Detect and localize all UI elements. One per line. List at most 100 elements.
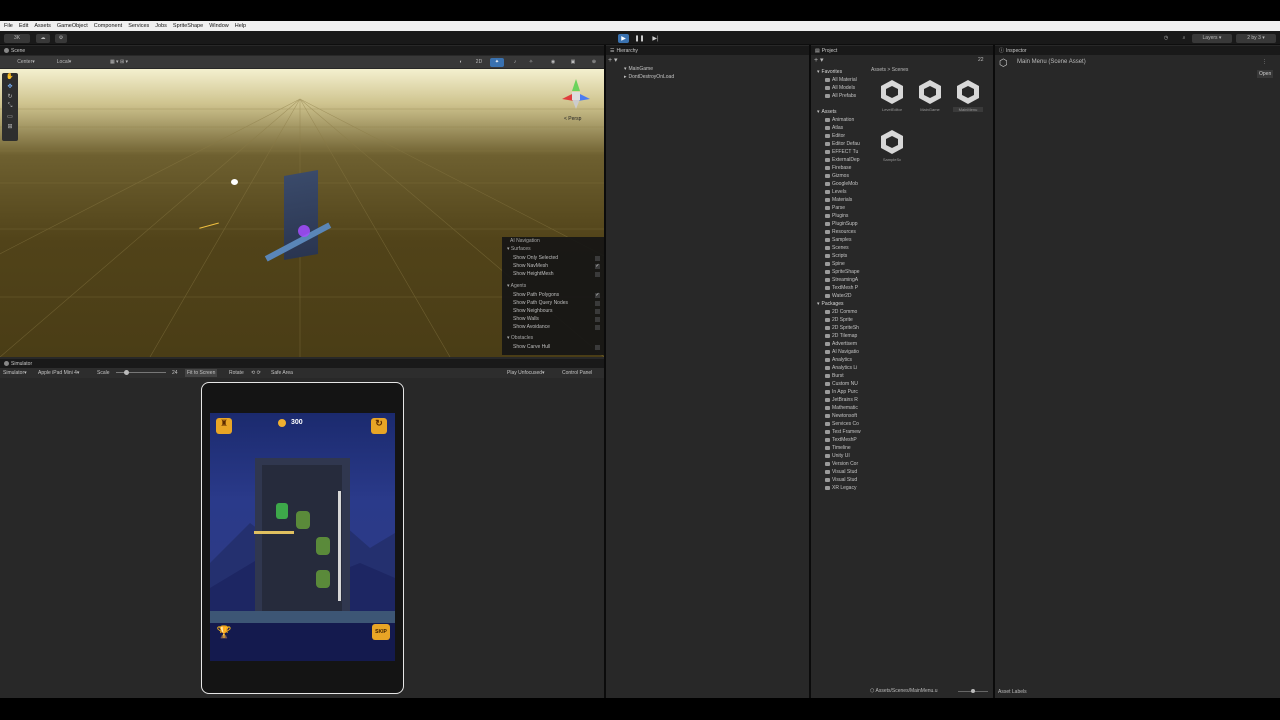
package-folder-item[interactable]: Burst	[825, 372, 844, 380]
rotate-icons[interactable]: ⟲ ⟳	[251, 370, 261, 376]
device-dropdown[interactable]: Apple iPad Mini 4▾	[38, 370, 79, 376]
asset-folder-item[interactable]: Editor	[825, 132, 845, 140]
breadcrumb-assets[interactable]: Assets	[871, 67, 886, 73]
asset-folder-item[interactable]: Editor Defau	[825, 140, 860, 148]
package-folder-item[interactable]: JetBrains R	[825, 396, 858, 404]
menu-assets[interactable]: Assets	[34, 23, 51, 29]
asset-folder-item[interactable]: ExternalDep	[825, 156, 860, 164]
play-mode-dropdown[interactable]: Play Unfocused▾	[507, 370, 545, 376]
asset-folder-item[interactable]: TextMesh P	[825, 284, 858, 292]
inspector-tab[interactable]: ⓘ Inspector	[999, 47, 1027, 55]
package-folder-item[interactable]: XR Legacy	[825, 484, 856, 492]
scene-tab[interactable]: Scene	[4, 48, 25, 54]
package-folder-item[interactable]: Unity UI	[825, 452, 850, 460]
package-folder-item[interactable]: 2D Commo	[825, 308, 857, 316]
package-folder-item[interactable]: Analytics	[825, 356, 852, 364]
show-path-query-nodes-checkbox[interactable]	[595, 301, 600, 306]
menu-edit[interactable]: Edit	[19, 23, 28, 29]
asset-folder-item[interactable]: Levels	[825, 188, 846, 196]
skip-button[interactable]: SKIP	[372, 624, 390, 640]
expand-arrow-icon[interactable]: ▾	[817, 108, 820, 116]
draw-mode-icon[interactable]: ◐	[452, 57, 470, 67]
rotate-tool-icon[interactable]: ↻	[2, 93, 18, 103]
package-folder-item[interactable]: Visual Stud	[825, 468, 857, 476]
package-folder-item[interactable]: Newtonsoft	[825, 412, 857, 420]
history-icon[interactable]: ◷	[1160, 34, 1172, 43]
trophy-icon[interactable]: 🏆	[216, 625, 232, 641]
enemy-object[interactable]	[298, 225, 310, 237]
simulator-tab[interactable]: Simulator	[4, 361, 32, 367]
scene-asset-mainmenu[interactable]: MainMenu	[953, 78, 983, 112]
collab-icon[interactable]: ⚙	[55, 33, 67, 43]
sword-pin[interactable]	[254, 531, 294, 534]
rect-tool-icon[interactable]: ▭	[2, 113, 18, 123]
hierarchy-item-dontdestroyonload[interactable]: ▸ DontDestroyOnLoad	[624, 73, 674, 81]
restart-icon[interactable]: ↻	[371, 418, 387, 434]
step-button[interactable]: ▶|	[650, 34, 661, 43]
packages-header[interactable]: ▾ Packages	[817, 300, 843, 308]
show-only-selected-checkbox[interactable]	[595, 256, 600, 261]
package-folder-item[interactable]: Mathematic	[825, 404, 858, 412]
hidden-objects-icon[interactable]: ◉	[546, 57, 560, 67]
icon-size-slider-thumb[interactable]	[971, 689, 975, 693]
asset-folder-item[interactable]: Scenes	[825, 244, 849, 252]
package-folder-item[interactable]: Timeline	[825, 444, 851, 452]
asset-folder-item[interactable]: Materials	[825, 196, 852, 204]
hierarchy-item-maingame[interactable]: ▾ MainGame	[624, 65, 653, 73]
show-walls-checkbox[interactable]	[595, 317, 600, 322]
package-folder-item[interactable]: Services Co	[825, 420, 859, 428]
space-dropdown[interactable]: Local ▾	[48, 57, 80, 67]
asset-labels-header[interactable]: Asset Labels	[998, 689, 1027, 695]
package-folder-item[interactable]: 2D Tilemap	[825, 332, 857, 340]
package-folder-item[interactable]: In App Purc	[825, 388, 858, 396]
menu-component[interactable]: Component	[94, 23, 122, 29]
menu-gameobject[interactable]: GameObject	[57, 23, 88, 29]
scene-toggle-icon[interactable]: ▸	[624, 73, 627, 81]
search-icon[interactable]: ⌕	[1178, 34, 1190, 43]
gizmos-icon[interactable]: ⊕	[586, 57, 602, 67]
camera-icon[interactable]: ▣	[564, 57, 582, 67]
safe-area-toggle[interactable]: Safe Area	[271, 370, 293, 376]
show-neighbours-checkbox[interactable]	[595, 309, 600, 314]
sim-mode-dropdown[interactable]: Simulator▾	[3, 370, 27, 376]
show-navmesh-checkbox[interactable]: ✓	[595, 264, 600, 269]
asset-folder-item[interactable]: Atlas	[825, 124, 843, 132]
asset-folder-item[interactable]: Parse	[825, 204, 845, 212]
favorite-item[interactable]: All Material	[825, 76, 857, 84]
package-folder-item[interactable]: Custom NU	[825, 380, 858, 388]
move-tool-icon[interactable]: ✥	[2, 83, 18, 93]
rotate-button[interactable]: Rotate	[229, 370, 244, 376]
scene-toggle-icon[interactable]: ▾	[624, 65, 627, 73]
ainav-surfaces-header[interactable]: ▾ Surfaces	[507, 246, 531, 252]
project-add-button[interactable]: + ▾	[814, 56, 824, 64]
package-folder-item[interactable]: Version Cor	[825, 460, 858, 468]
hand-tool-icon[interactable]: ✋	[2, 73, 18, 83]
show-avoidance-checkbox[interactable]	[595, 325, 600, 330]
scene-asset-samplescene[interactable]: SampleSc	[877, 128, 907, 162]
play-button[interactable]: ▶	[618, 33, 629, 43]
snap-controls[interactable]: ▦ ▾ ⊞ ▾	[90, 57, 148, 67]
asset-folder-item[interactable]: StreamingA	[825, 276, 858, 284]
scale-tool-icon[interactable]: ⤡	[2, 103, 18, 113]
asset-folder-item[interactable]: Plugins	[825, 212, 848, 220]
show-path-polygons-checkbox[interactable]: ✓	[595, 293, 600, 298]
package-folder-item[interactable]: Analytics Li	[825, 364, 857, 372]
open-button[interactable]: Open	[1257, 70, 1274, 78]
favorite-item[interactable]: All Models	[825, 84, 855, 92]
show-carve-hull-checkbox[interactable]	[595, 345, 600, 350]
asset-folder-item[interactable]: Spine	[825, 260, 845, 268]
expand-arrow-icon[interactable]: ▾	[817, 68, 820, 76]
cloud-icon[interactable]: ☁	[36, 33, 50, 43]
menu-file[interactable]: File	[4, 23, 13, 29]
fit-to-screen-button[interactable]: Fit to Screen	[185, 369, 218, 377]
package-folder-item[interactable]: 2D SpriteSh	[825, 324, 859, 332]
show-heightmesh-checkbox[interactable]	[595, 272, 600, 277]
ainav-agents-header[interactable]: ▾ Agents	[507, 283, 526, 289]
layers-dropdown[interactable]: Layers ▾	[1192, 33, 1232, 43]
package-folder-item[interactable]: Test Framew	[825, 428, 861, 436]
hierarchy-tab[interactable]: ☰ Hierarchy	[610, 48, 638, 54]
2d-toggle[interactable]: 2D	[472, 57, 486, 67]
package-folder-item[interactable]: 2D Sprite	[825, 316, 853, 324]
audio-icon[interactable]: ♪	[508, 57, 522, 67]
scene-asset-maingame[interactable]: MainGame	[915, 78, 945, 112]
